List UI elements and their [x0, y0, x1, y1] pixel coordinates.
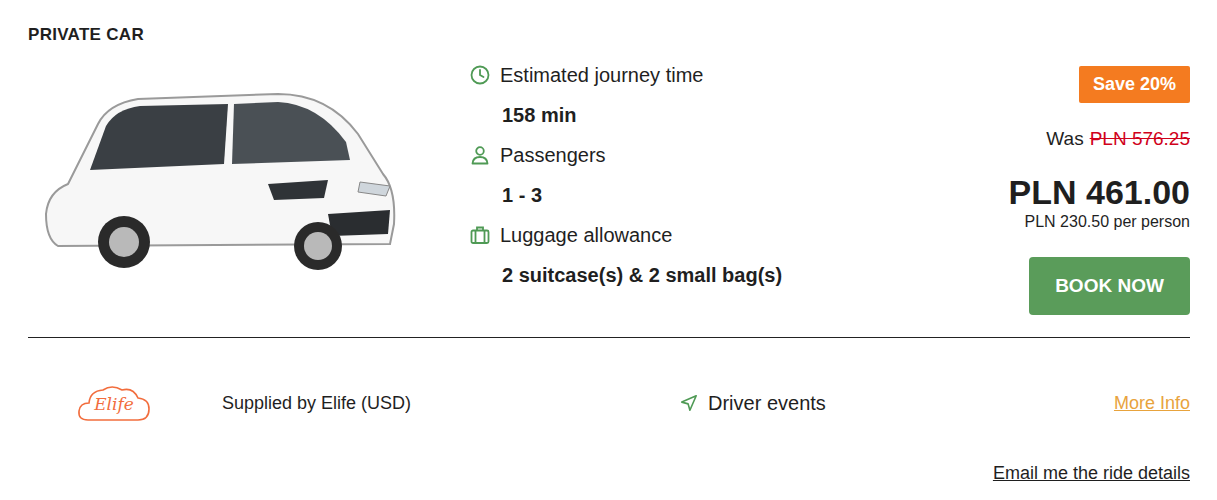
detail-label: Luggage allowance	[470, 220, 1009, 250]
detail-label: Estimated journey time	[470, 60, 1009, 90]
car-icon	[28, 64, 400, 274]
luggage-icon	[470, 225, 490, 245]
ride-option-card: PRIVATE CAR Estimated journey time 158 min…	[0, 0, 1217, 500]
price-per-person: PLN 230.50 per person	[1025, 212, 1190, 232]
price: PLN 461.00	[1009, 172, 1190, 212]
detail-value: 2 suitcase(s) & 2 small bag(s)	[470, 260, 1009, 290]
person-icon	[470, 145, 490, 165]
detail-value: 1 - 3	[470, 180, 1009, 210]
detail-label: Passengers	[470, 140, 1009, 170]
trip-details: Estimated journey time 158 min Passengers 1…	[470, 60, 1009, 315]
driver-events: Driver events	[680, 392, 1114, 415]
vehicle-main: Estimated journey time 158 min Passengers 1…	[28, 60, 1190, 315]
more-info-link[interactable]: More Info	[1114, 393, 1190, 414]
clock-icon	[470, 65, 490, 85]
supplier-logo: Elife	[76, 382, 152, 424]
divider	[28, 337, 1190, 338]
car-image	[28, 60, 470, 315]
detail-item: Estimated journey time 158 min	[470, 60, 1009, 130]
detail-value: 158 min	[470, 100, 1009, 130]
pricing: Save 20% WasPLN 576.25 PLN 461.00PLN 230.5…	[1009, 60, 1190, 315]
vehicle-title: PRIVATE CAR	[28, 24, 1190, 46]
supplier-row: Elife Supplied by Elife (USD)Driver event…	[28, 382, 1190, 424]
detail-item: Luggage allowance 2 suitcase(s) & 2 small…	[470, 220, 1009, 290]
email-ride-details-link[interactable]: Email me the ride details	[993, 462, 1190, 484]
old-price: WasPLN 576.25	[1046, 128, 1190, 150]
navigation-icon	[680, 394, 698, 412]
discount-badge: Save 20%	[1079, 66, 1190, 103]
detail-item: Passengers 1 - 3	[470, 140, 1009, 210]
book-now-button[interactable]: BOOK NOW	[1029, 257, 1190, 315]
supplier-text: Supplied by Elife (USD)	[222, 393, 680, 414]
